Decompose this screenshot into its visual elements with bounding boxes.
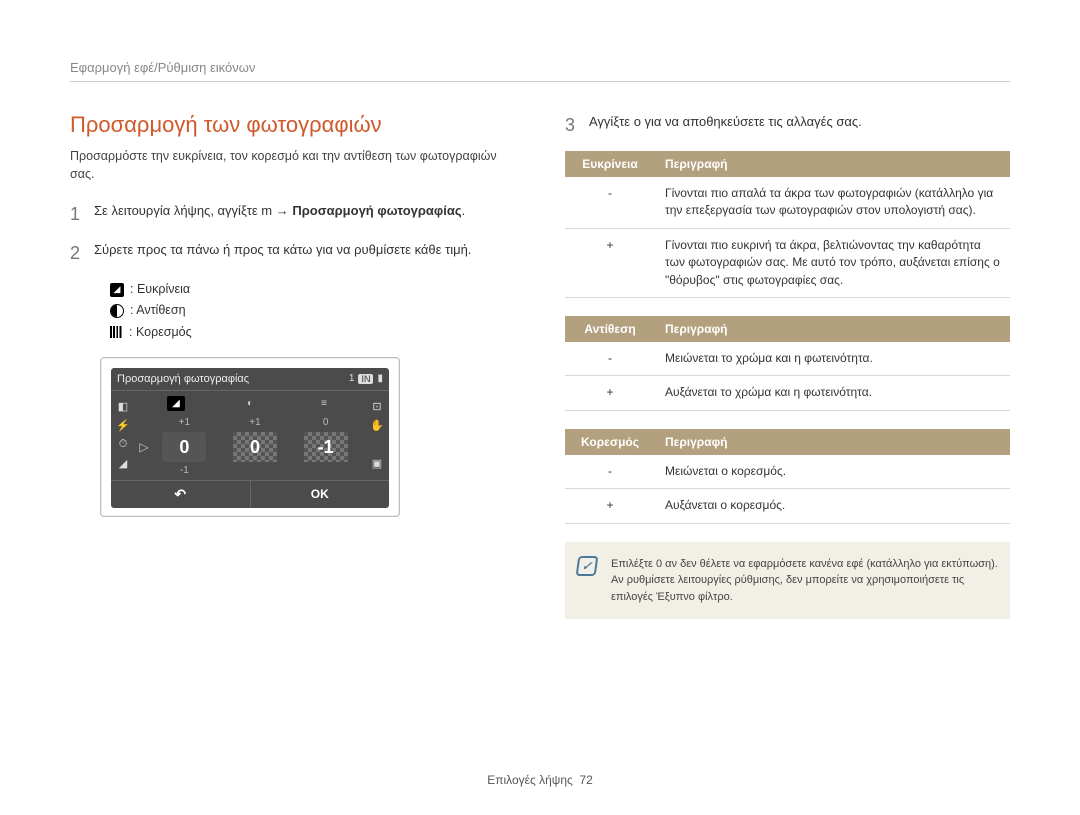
mode-icon: ◧	[114, 399, 132, 415]
note-line-2: Αν ρυθμίσετε λειτουργίες ρύθμισης, δεν μ…	[611, 572, 998, 605]
cell-plus: +	[565, 228, 655, 297]
cell-desc: Γίνονται πιο ευκρινή τα άκρα, βελτιώνοντ…	[655, 228, 1010, 297]
legend: ◢ : Ευκρίνεια : Αντίθεση : Κορεσμός	[110, 279, 515, 343]
panel-title: Προσαρμογή φωτογραφίας	[117, 373, 249, 385]
contrast-table: ΑντίθεσηΠεριγραφή -Μειώνεται το χρώμα κα…	[565, 316, 1010, 411]
cell-plus: +	[565, 489, 655, 523]
timer-icon: ⏱	[114, 437, 132, 453]
battery-icon: ▮	[377, 373, 383, 384]
storage-badge: IN	[358, 374, 373, 384]
val-cell: +1	[233, 417, 277, 428]
step-number: 3	[565, 112, 579, 139]
left-column: Προσαρμογή των φωτογραφιών Προσαρμόστε τ…	[70, 112, 515, 619]
footer-label: Επιλογές λήψης	[487, 773, 573, 787]
val-cell-selected: 0	[162, 432, 206, 462]
legend-contrast: : Αντίθεση	[130, 300, 186, 321]
right-column: 3 Αγγίξτε o για να αποθηκεύσετε τις αλλα…	[565, 112, 1010, 619]
val-cell: -1	[162, 465, 206, 476]
intro-text: Προσαρμόστε την ευκρίνεια, τον κορεσμό κ…	[70, 148, 515, 183]
cell-desc: Αυξάνεται ο κορεσμός.	[655, 489, 1010, 523]
page-number: 72	[579, 773, 592, 787]
flash-icon: ⚡	[114, 418, 132, 434]
val-cell: 0	[233, 432, 277, 462]
adjust-icon: ◢	[114, 456, 132, 472]
focus-icon: ⊡	[368, 399, 386, 415]
step2-text: Σύρετε προς τα πάνω ή προς τα κάτω για ν…	[94, 240, 471, 267]
step-2: 2 Σύρετε προς τα πάνω ή προς τα κάτω για…	[70, 240, 515, 267]
blank-icon	[368, 437, 386, 453]
contrast-icon: ◐	[241, 396, 259, 411]
step-number: 1	[70, 201, 84, 228]
preview-icon: ▣	[368, 456, 386, 472]
sharpness-table: ΕυκρίνειαΠεριγραφή -Γίνονται πιο απαλά τ…	[565, 151, 1010, 298]
th-desc: Περιγραφή	[655, 316, 1010, 342]
val-cell: +1	[162, 417, 206, 428]
shot-count: 1	[349, 373, 355, 384]
cell-desc: Μειώνεται το χρώμα και η φωτεινότητα.	[655, 342, 1010, 376]
hand-icon: ✋	[368, 418, 386, 434]
page-footer: Επιλογές λήψης 72	[0, 773, 1080, 787]
left-tool-strip: ◧ ⚡ ⏱ ◢	[111, 391, 135, 480]
slider-area: ◢ ◐ ≡ ▷ +1 +1 0	[135, 391, 365, 480]
th-desc: Περιγραφή	[655, 429, 1010, 455]
breadcrumb: Εφαρμογή εφέ/Ρύθμιση εικόνων	[70, 60, 1010, 82]
contrast-icon	[110, 304, 124, 318]
page-title: Προσαρμογή των φωτογραφιών	[70, 112, 515, 138]
step-1: 1 Σε λειτουργία λήψης, αγγίξτε m → Προσα…	[70, 201, 515, 228]
sharpness-icon: ◢	[110, 283, 124, 297]
legend-sat: : Κορεσμός	[129, 322, 192, 343]
info-icon: ✓	[576, 556, 599, 576]
saturation-table: ΚορεσμόςΠεριγραφή -Μειώνεται ο κορεσμός.…	[565, 429, 1010, 524]
right-tool-strip: ⊡ ✋ ▣	[365, 391, 389, 480]
step-number: 2	[70, 240, 84, 267]
step3-text: Αγγίξτε o για να αποθηκεύσετε τις αλλαγέ…	[589, 112, 862, 139]
legend-sharp: : Ευκρίνεια	[130, 279, 190, 300]
info-note: ✓ Επιλέξτε 0 αν δεν θέλετε να εφαρμόσετε…	[565, 542, 1010, 620]
step1-post: .	[462, 203, 466, 218]
note-line-1: Επιλέξτε 0 αν δεν θέλετε να εφαρμόσετε κ…	[611, 556, 998, 573]
step1-pre: Σε λειτουργία λήψης, αγγίξτε m →	[94, 203, 292, 218]
th-saturation: Κορεσμός	[565, 429, 655, 455]
cell-minus: -	[565, 455, 655, 489]
step1-bold: Προσαρμογή φωτογραφίας	[292, 203, 461, 218]
cell-minus: -	[565, 177, 655, 228]
back-button[interactable]: ↶	[111, 481, 251, 508]
saturation-icon: ≡	[315, 396, 333, 411]
val-cell: 0	[304, 417, 348, 428]
sharpness-icon: ◢	[167, 396, 185, 411]
cell-plus: +	[565, 376, 655, 410]
ok-button[interactable]: OK	[251, 481, 390, 508]
th-sharpness: Ευκρίνεια	[565, 151, 655, 177]
cell-desc: Αυξάνεται το χρώμα και η φωτεινότητα.	[655, 376, 1010, 410]
val-cell: -1	[304, 432, 348, 462]
cell-desc: Γίνονται πιο απαλά τα άκρα των φωτογραφι…	[655, 177, 1010, 228]
slider-pointer-icon: ▷	[139, 414, 149, 480]
saturation-icon	[110, 326, 123, 338]
camera-screen-illustration: Προσαρμογή φωτογραφίας 1 IN ▮ ◧ ⚡ ⏱ ◢	[100, 357, 400, 517]
th-contrast: Αντίθεση	[565, 316, 655, 342]
cell-desc: Μειώνεται ο κορεσμός.	[655, 455, 1010, 489]
panel-status-icons: 1 IN ▮	[349, 373, 383, 384]
th-desc: Περιγραφή	[655, 151, 1010, 177]
step-3: 3 Αγγίξτε o για να αποθηκεύσετε τις αλλα…	[565, 112, 1010, 139]
cell-minus: -	[565, 342, 655, 376]
